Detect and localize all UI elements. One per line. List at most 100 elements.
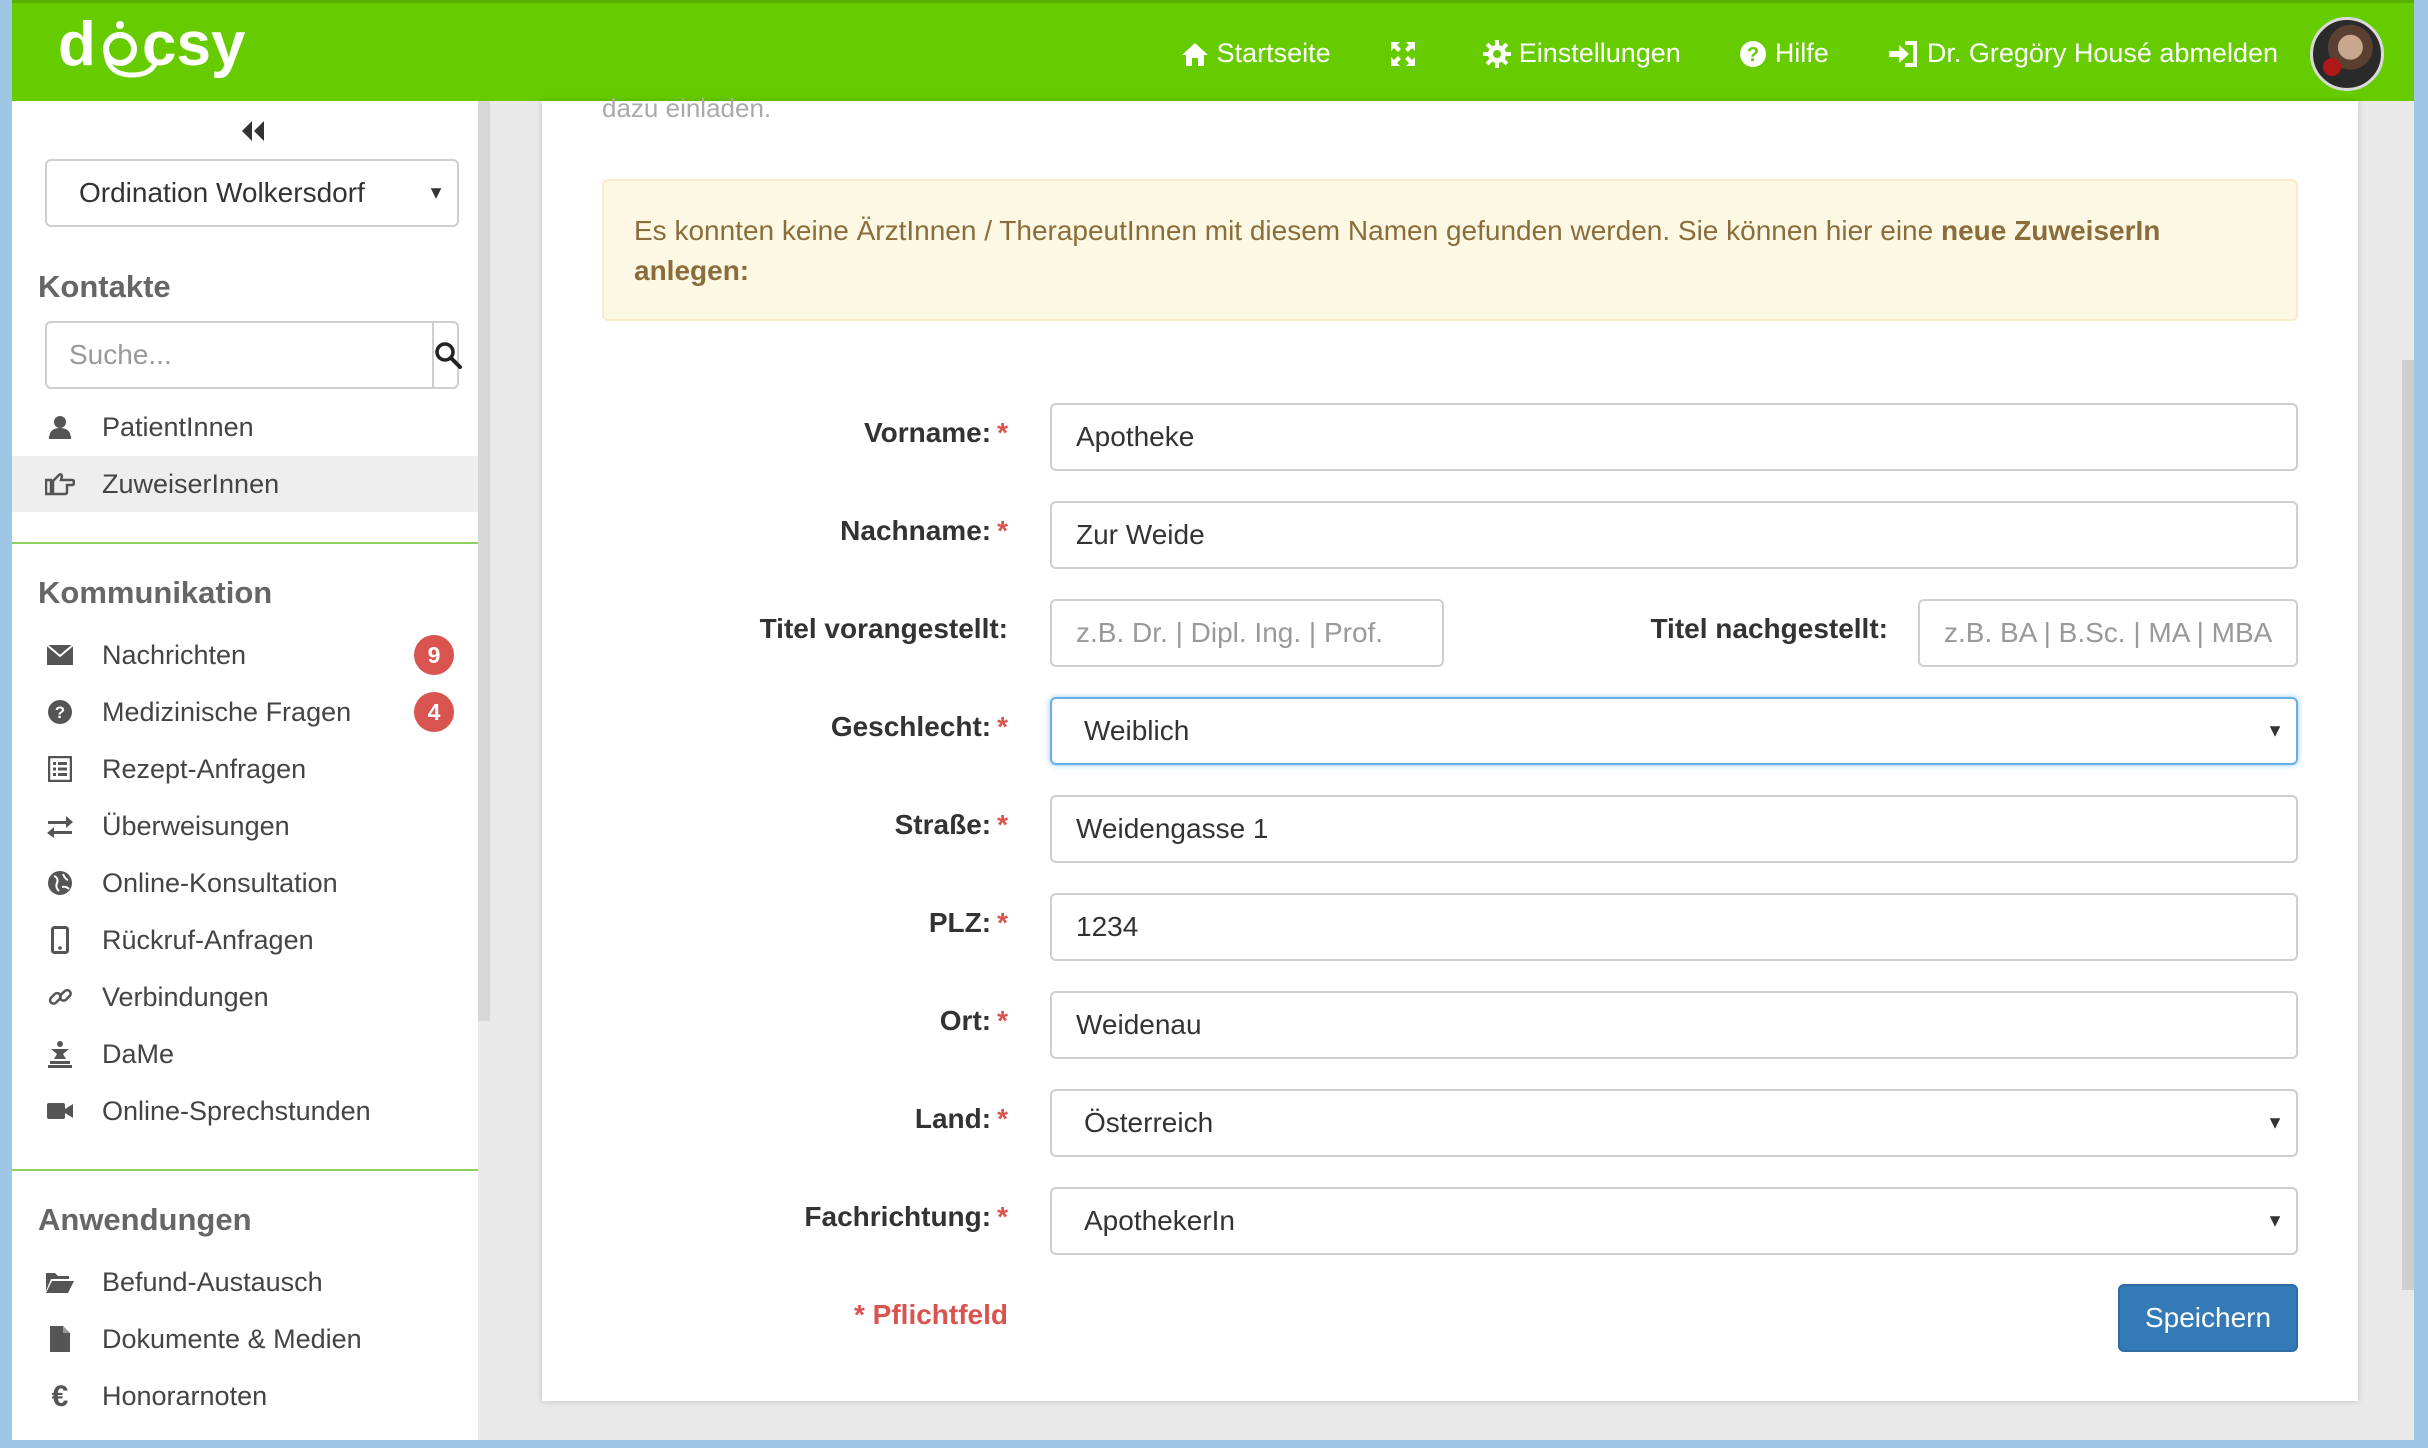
question-circle-icon: ? — [40, 699, 80, 725]
user-icon — [40, 414, 80, 440]
country-select[interactable]: Österreich ▼ — [1050, 1089, 2298, 1157]
first-name-input[interactable]: Apotheke — [1050, 403, 2298, 471]
mobile-icon — [40, 926, 80, 954]
top-bar: d csy Startseite Einstellungen ? Hilfe D… — [12, 0, 2414, 101]
user-avatar[interactable] — [2310, 16, 2384, 91]
sidebar-item-documents-media[interactable]: Dokumente & Medien — [12, 1311, 478, 1367]
last-name-input[interactable]: Zur Weide — [1050, 501, 2298, 569]
sidebar-item-label: DaMe — [102, 1038, 175, 1069]
search-input[interactable] — [47, 323, 432, 387]
section-title-applications: Anwendungen — [38, 1202, 252, 1237]
nav-settings[interactable]: Einstellungen — [1482, 38, 1681, 69]
globe-icon — [40, 870, 80, 896]
specialty-select[interactable]: ApothekerIn ▼ — [1050, 1187, 2298, 1255]
no-results-alert: Es konnten keine ÄrztInnen / TherapeutIn… — [602, 179, 2298, 321]
svg-text:d: d — [58, 11, 96, 79]
nav-fullscreen[interactable] — [1389, 40, 1425, 68]
sidebar: Ordination Wolkersdorf ▼ Kontakte Patien… — [12, 101, 478, 1440]
sidebar-item-label: PatientInnen — [102, 411, 254, 442]
docsy-logo[interactable]: d csy — [58, 11, 258, 91]
sidebar-item-label: Online-Sprechstunden — [102, 1095, 371, 1126]
nav-logout-label: Dr. Gregöry Housé abmelden — [1926, 38, 2278, 68]
street-label: Straße: * — [894, 809, 1008, 840]
help-icon: ? — [1739, 40, 1766, 67]
nav-help[interactable]: ? Hilfe — [1739, 38, 1829, 69]
sidebar-item-medical-questions[interactable]: ? Medizinische Fragen 4 — [12, 684, 478, 740]
list-icon — [40, 756, 80, 782]
nav-help-label: Hilfe — [1774, 38, 1829, 68]
euro-icon: € — [40, 1382, 80, 1410]
sidebar-item-referrals[interactable]: Überweisungen — [12, 798, 478, 854]
gender-label: Geschlecht: * — [830, 711, 1008, 742]
zip-input[interactable]: 1234 — [1050, 893, 2298, 961]
title-suffix-input[interactable]: z.B. BA | B.Sc. | MA | MBA — [1918, 599, 2298, 667]
window-bottom-edge — [0, 1440, 2428, 1448]
envelope-icon — [40, 644, 80, 666]
sidebar-item-label: Dokumente & Medien — [102, 1323, 362, 1354]
sidebar-item-online-consultation-hours[interactable]: Online-Sprechstunden — [12, 1083, 478, 1139]
app-window: d csy Startseite Einstellungen ? Hilfe D… — [12, 0, 2414, 1440]
title-suffix-label: Titel nachgestellt: — [1650, 613, 1888, 644]
sidebar-item-label: ZuweiserInnen — [102, 468, 280, 499]
caret-down-icon: ▼ — [2266, 1210, 2284, 1231]
referrer-form-card: dazu einladen. Es konnten keine ÄrztInne… — [542, 93, 2358, 1401]
sidebar-item-label: Befund-Austausch — [102, 1266, 323, 1297]
home-icon — [1181, 42, 1208, 66]
section-title-communication: Kommunikation — [38, 575, 273, 610]
gender-select[interactable]: Weiblich ▼ — [1050, 697, 2298, 765]
nav-logout[interactable]: Dr. Gregöry Housé abmelden — [1887, 38, 2278, 69]
double-chevron-left-icon — [242, 121, 264, 141]
practice-select-value: Ordination Wolkersdorf — [79, 177, 365, 208]
sidebar-item-prescription-requests[interactable]: Rezept-Anfragen — [12, 741, 478, 797]
partial-text: dazu einladen. — [602, 93, 772, 123]
alert-text: Es konnten keine ÄrztInnen / TherapeutIn… — [634, 215, 1941, 246]
nav-settings-label: Einstellungen — [1518, 38, 1681, 68]
save-button[interactable]: Speichern — [2118, 1284, 2298, 1352]
link-icon — [40, 984, 80, 1010]
sidebar-item-connections[interactable]: Verbindungen — [12, 969, 478, 1025]
gear-icon — [1482, 39, 1511, 68]
last-name-label: Nachname: * — [840, 515, 1008, 546]
dame-icon — [40, 1040, 80, 1068]
svg-text:?: ? — [55, 703, 65, 722]
search-icon — [435, 342, 462, 369]
sidebar-item-findings-exchange[interactable]: Befund-Austausch — [12, 1254, 478, 1310]
sidebar-item-callback-requests[interactable]: Rückruf-Anfragen — [12, 912, 478, 968]
sidebar-divider — [12, 1169, 478, 1171]
file-icon — [40, 1325, 80, 1353]
sidebar-scrollbar[interactable] — [478, 101, 490, 1021]
city-input[interactable]: Weidenau — [1050, 991, 2298, 1059]
city-label: Ort: * — [939, 1005, 1008, 1036]
sidebar-item-label: Honorarnoten — [102, 1380, 268, 1411]
sidebar-item-label: Rezept-Anfragen — [102, 753, 307, 784]
first-name-label: Vorname: * — [864, 417, 1008, 448]
svg-text:csy: csy — [142, 11, 246, 79]
main-scrollbar[interactable] — [2402, 360, 2414, 1290]
sidebar-item-dame[interactable]: DaMe — [12, 1026, 478, 1082]
caret-down-icon: ▼ — [2266, 720, 2284, 741]
video-camera-icon — [40, 1101, 80, 1121]
nav-home[interactable]: Startseite — [1181, 38, 1331, 69]
title-prefix-input[interactable]: z.B. Dr. | Dipl. Ing. | Prof. — [1050, 599, 1444, 667]
caret-down-icon: ▼ — [2266, 1112, 2284, 1133]
sidebar-item-fee-notes[interactable]: € Honorarnoten — [12, 1368, 478, 1424]
top-navigation: Startseite Einstellungen ? Hilfe Dr. Gre… — [1181, 3, 2414, 104]
specialty-label: Fachrichtung: * — [804, 1201, 1008, 1232]
svg-text:?: ? — [1747, 44, 1759, 66]
sidebar-divider — [12, 542, 478, 544]
sidebar-item-patients[interactable]: PatientInnen — [12, 399, 478, 455]
section-title-contacts: Kontakte — [38, 269, 171, 304]
title-prefix-label: Titel vorangestellt: — [759, 613, 1008, 644]
sidebar-item-label: Überweisungen — [102, 810, 290, 841]
search-button[interactable] — [432, 323, 462, 387]
caret-down-icon: ▼ — [427, 182, 445, 203]
sidebar-item-referrers[interactable]: ZuweiserInnen — [12, 456, 478, 512]
sidebar-item-online-consultation[interactable]: Online-Konsultation — [12, 855, 478, 911]
exchange-icon — [40, 814, 80, 838]
sidebar-item-messages[interactable]: Nachrichten 9 — [12, 627, 478, 683]
practice-select[interactable]: Ordination Wolkersdorf ▼ — [45, 159, 459, 227]
sidebar-item-label: Nachrichten — [102, 639, 247, 670]
collapse-sidebar-button[interactable] — [240, 119, 266, 148]
folder-open-icon — [40, 1270, 80, 1294]
street-input[interactable]: Weidengasse 1 — [1050, 795, 2298, 863]
